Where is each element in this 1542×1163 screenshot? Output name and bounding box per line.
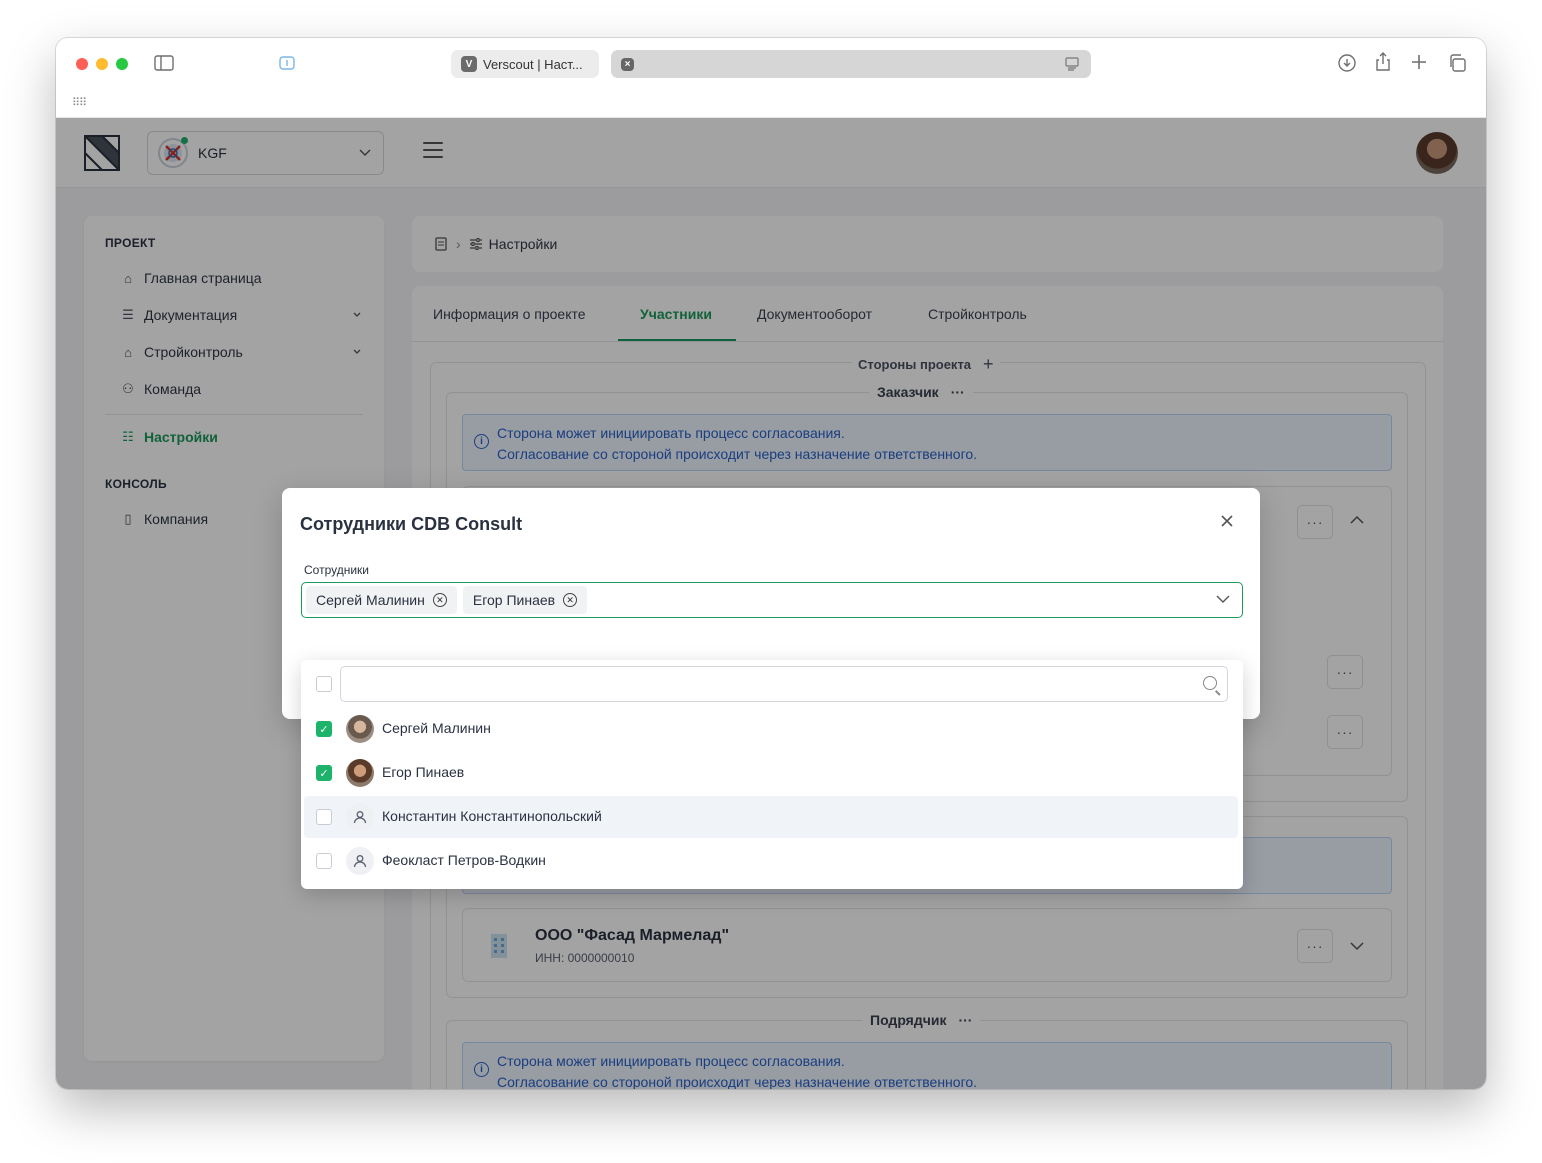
maximize-window-button[interactable] xyxy=(116,58,128,70)
remove-chip-icon[interactable]: ✕ xyxy=(432,593,447,607)
select-all-checkbox[interactable] xyxy=(316,676,332,692)
search-icon xyxy=(1203,676,1217,690)
avatar xyxy=(346,759,374,787)
browser-toolbar: V Verscout | Наст... × ⠿⠿ xyxy=(56,38,1486,118)
user-placeholder-icon xyxy=(346,803,374,831)
employee-name: Феокласт Петров-Водкин xyxy=(382,852,546,868)
selected-chip: Сергей Малинин ✕ xyxy=(306,586,457,614)
chip-label: Егор Пинаев xyxy=(472,592,556,608)
browser-tab-address[interactable]: × xyxy=(611,50,1091,78)
selected-chip: Егор Пинаев ✕ xyxy=(462,586,588,614)
user-placeholder-icon xyxy=(346,847,374,875)
option-checkbox[interactable]: ✓ xyxy=(316,721,332,737)
minimize-window-button[interactable] xyxy=(96,58,108,70)
bookmarks-grid-icon[interactable]: ⠿⠿ xyxy=(72,96,87,109)
employee-search[interactable] xyxy=(340,666,1228,702)
close-icon[interactable] xyxy=(1220,514,1234,528)
employees-field-label: Сотрудники xyxy=(304,563,369,577)
avatar xyxy=(346,715,374,743)
tab-overview-icon[interactable] xyxy=(1448,54,1466,77)
option-checkbox[interactable] xyxy=(316,853,332,869)
download-icon[interactable] xyxy=(1338,54,1356,77)
verscout-favicon-icon: V xyxy=(461,56,477,72)
tab-close-icon[interactable]: × xyxy=(621,57,634,71)
close-window-button[interactable] xyxy=(76,58,88,70)
option-checkbox[interactable] xyxy=(316,809,332,825)
employee-name: Константин Константинопольский xyxy=(382,808,602,824)
app-area: KGF ПРОЕКТ ⌂ Главная страница ☰ Документ… xyxy=(56,118,1486,1089)
modal-title: Сотрудники CDB Consult xyxy=(300,514,523,534)
new-tab-icon[interactable] xyxy=(1411,54,1427,75)
option-checkbox[interactable]: ✓ xyxy=(316,765,332,781)
employee-option[interactable]: Константин Константинопольский xyxy=(304,796,1238,838)
remove-chip-icon[interactable]: ✕ xyxy=(563,593,578,607)
employees-multiselect[interactable]: Сергей Малинин ✕ Егор Пинаев ✕ xyxy=(301,582,1243,618)
employee-name: Егор Пинаев xyxy=(382,764,465,780)
share-icon[interactable] xyxy=(1375,52,1391,77)
employee-search-input[interactable] xyxy=(341,667,1227,701)
employee-option[interactable]: Феокласт Петров-Водкин xyxy=(304,840,1238,882)
browser-tab-active[interactable]: V Verscout | Наст... xyxy=(451,50,599,78)
employees-dropdown: ✓ Сергей Малинин ✓ Егор Пинаев Константи… xyxy=(301,660,1243,889)
employee-option[interactable]: ✓ Егор Пинаев xyxy=(304,752,1238,794)
employee-name: Сергей Малинин xyxy=(382,720,491,736)
employee-option[interactable]: ✓ Сергей Малинин xyxy=(304,708,1238,750)
browser-tab-title: Verscout | Наст... xyxy=(483,56,583,72)
sidebar-toggle-icon[interactable] xyxy=(154,55,174,76)
chevron-down-icon[interactable] xyxy=(1216,593,1230,605)
extension-icon[interactable] xyxy=(278,55,296,76)
chip-label: Сергей Малинин xyxy=(316,592,425,608)
browser-window: V Verscout | Наст... × ⠿⠿ KGF ПРОЕКТ ⌂ Г… xyxy=(56,38,1486,1089)
reader-icon[interactable] xyxy=(1065,57,1079,71)
